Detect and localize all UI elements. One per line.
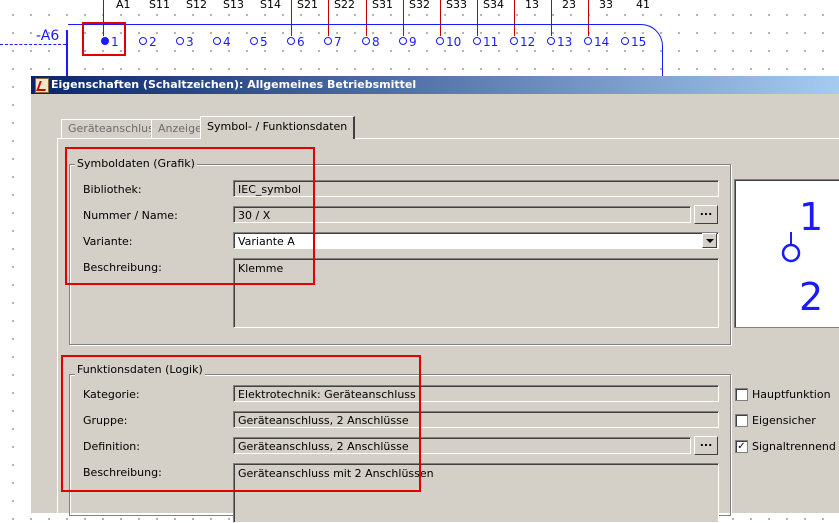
terminal-label: S11 bbox=[149, 0, 170, 11]
terminal-label: 23 bbox=[562, 0, 576, 11]
app-icon bbox=[35, 78, 49, 93]
terminal-label: S12 bbox=[186, 0, 207, 11]
terminal-label: S14 bbox=[260, 0, 281, 11]
terminal-label: S32 bbox=[409, 0, 430, 11]
connection-point[interactable]: 7 bbox=[324, 35, 342, 49]
connection-point[interactable]: 8 bbox=[362, 35, 380, 49]
signaltrennend-checkbox[interactable]: ✓ bbox=[735, 440, 748, 453]
terminal-label: S33 bbox=[446, 0, 467, 11]
dashed-line bbox=[0, 44, 66, 45]
terminal-label: 41 bbox=[636, 0, 650, 11]
highlight-box bbox=[65, 147, 315, 285]
terminal-label: 33 bbox=[599, 0, 613, 11]
preview-top-digit: 1 bbox=[799, 195, 823, 239]
preview-bottom-digit: 2 bbox=[799, 275, 823, 319]
hauptfunktion-label: Hauptfunktion bbox=[752, 388, 831, 401]
eigensicher-checkbox[interactable] bbox=[735, 414, 748, 427]
terminal-symbol-graphic: 1 2 bbox=[781, 195, 823, 319]
eigensicher-label: Eigensicher bbox=[752, 414, 816, 427]
connection-point[interactable]: 13 bbox=[547, 35, 572, 49]
connection-point[interactable]: 11 bbox=[473, 35, 498, 49]
dialog-titlebar[interactable]: Eigenschaften (Schaltzeichen): Allgemein… bbox=[31, 76, 839, 94]
device-label: -A6 bbox=[36, 28, 60, 44]
terminal-label: S21 bbox=[297, 0, 318, 11]
terminal-label: S34 bbox=[483, 0, 504, 11]
terminal-label: S31 bbox=[372, 0, 393, 11]
symbol-preview: 1 2 bbox=[734, 179, 839, 328]
connection-point[interactable]: 2 bbox=[139, 35, 157, 49]
connection-point[interactable]: 14 bbox=[584, 35, 609, 49]
properties-dialog: Eigenschaften (Schaltzeichen): Allgemein… bbox=[30, 76, 839, 523]
tab-symbol-funktionsdaten[interactable]: Symbol- / Funktionsdaten bbox=[200, 116, 356, 139]
number-browse-button[interactable]: ... bbox=[694, 205, 718, 224]
highlight-box bbox=[82, 22, 126, 56]
connection-point[interactable]: 4 bbox=[213, 35, 231, 49]
terminal-label: S13 bbox=[223, 0, 244, 11]
connection-point[interactable]: 6 bbox=[287, 35, 305, 49]
connection-point[interactable]: 3 bbox=[176, 35, 194, 49]
connection-point[interactable]: 10 bbox=[436, 35, 461, 49]
hauptfunktion-checkbox[interactable] bbox=[735, 388, 748, 401]
chevron-down-icon[interactable] bbox=[702, 233, 717, 248]
highlight-box bbox=[61, 355, 421, 492]
connection-point[interactable]: 9 bbox=[399, 35, 417, 49]
terminal-label: 13 bbox=[525, 0, 539, 11]
connection-point[interactable]: 5 bbox=[250, 35, 268, 49]
connection-point[interactable]: 12 bbox=[510, 35, 535, 49]
terminal-label: A1 bbox=[116, 0, 131, 11]
definition-browse-button[interactable]: ... bbox=[694, 436, 718, 455]
signaltrennend-label: Signaltrennend bbox=[752, 440, 836, 453]
connection-point[interactable]: 15 bbox=[621, 35, 646, 49]
terminal-label: S22 bbox=[334, 0, 355, 11]
dialog-title: Eigenschaften (Schaltzeichen): Allgemein… bbox=[51, 78, 417, 91]
